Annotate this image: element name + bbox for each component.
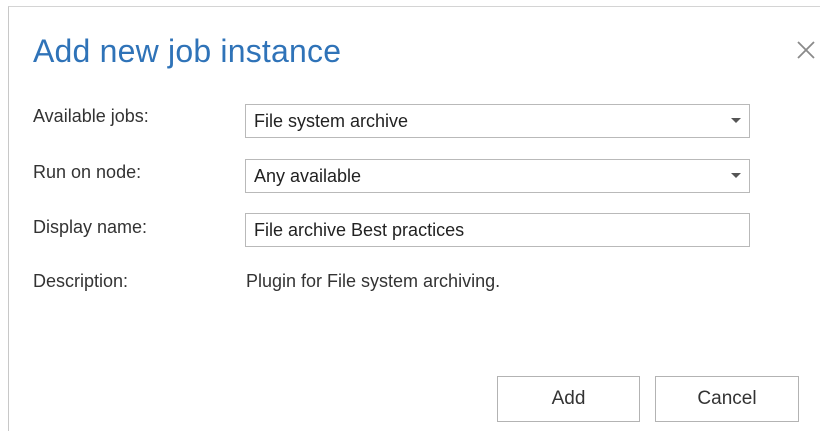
- display-name-label: Display name:: [33, 217, 148, 237]
- display-name-input[interactable]: [245, 213, 750, 247]
- available-jobs-value: File system archive: [254, 111, 409, 131]
- cancel-button[interactable]: Cancel: [655, 376, 799, 422]
- close-button[interactable]: [793, 37, 819, 63]
- available-jobs-select[interactable]: File system archive: [245, 104, 750, 138]
- chevron-down-icon: [731, 173, 741, 178]
- available-jobs-label: Available jobs:: [33, 106, 149, 126]
- run-on-node-select[interactable]: Any available: [245, 159, 750, 193]
- description-value: Plugin for File system archiving.: [246, 271, 501, 291]
- run-on-node-value: Any available: [254, 166, 362, 186]
- description-label: Description:: [33, 271, 129, 291]
- chevron-down-icon: [731, 118, 741, 123]
- run-on-node-label: Run on node:: [33, 162, 142, 182]
- close-icon: [797, 41, 815, 59]
- dialog-title: Add new job instance: [33, 33, 342, 69]
- add-job-instance-dialog: Add new job instance Available jobs: Fil…: [8, 6, 820, 431]
- add-button[interactable]: Add: [497, 376, 640, 422]
